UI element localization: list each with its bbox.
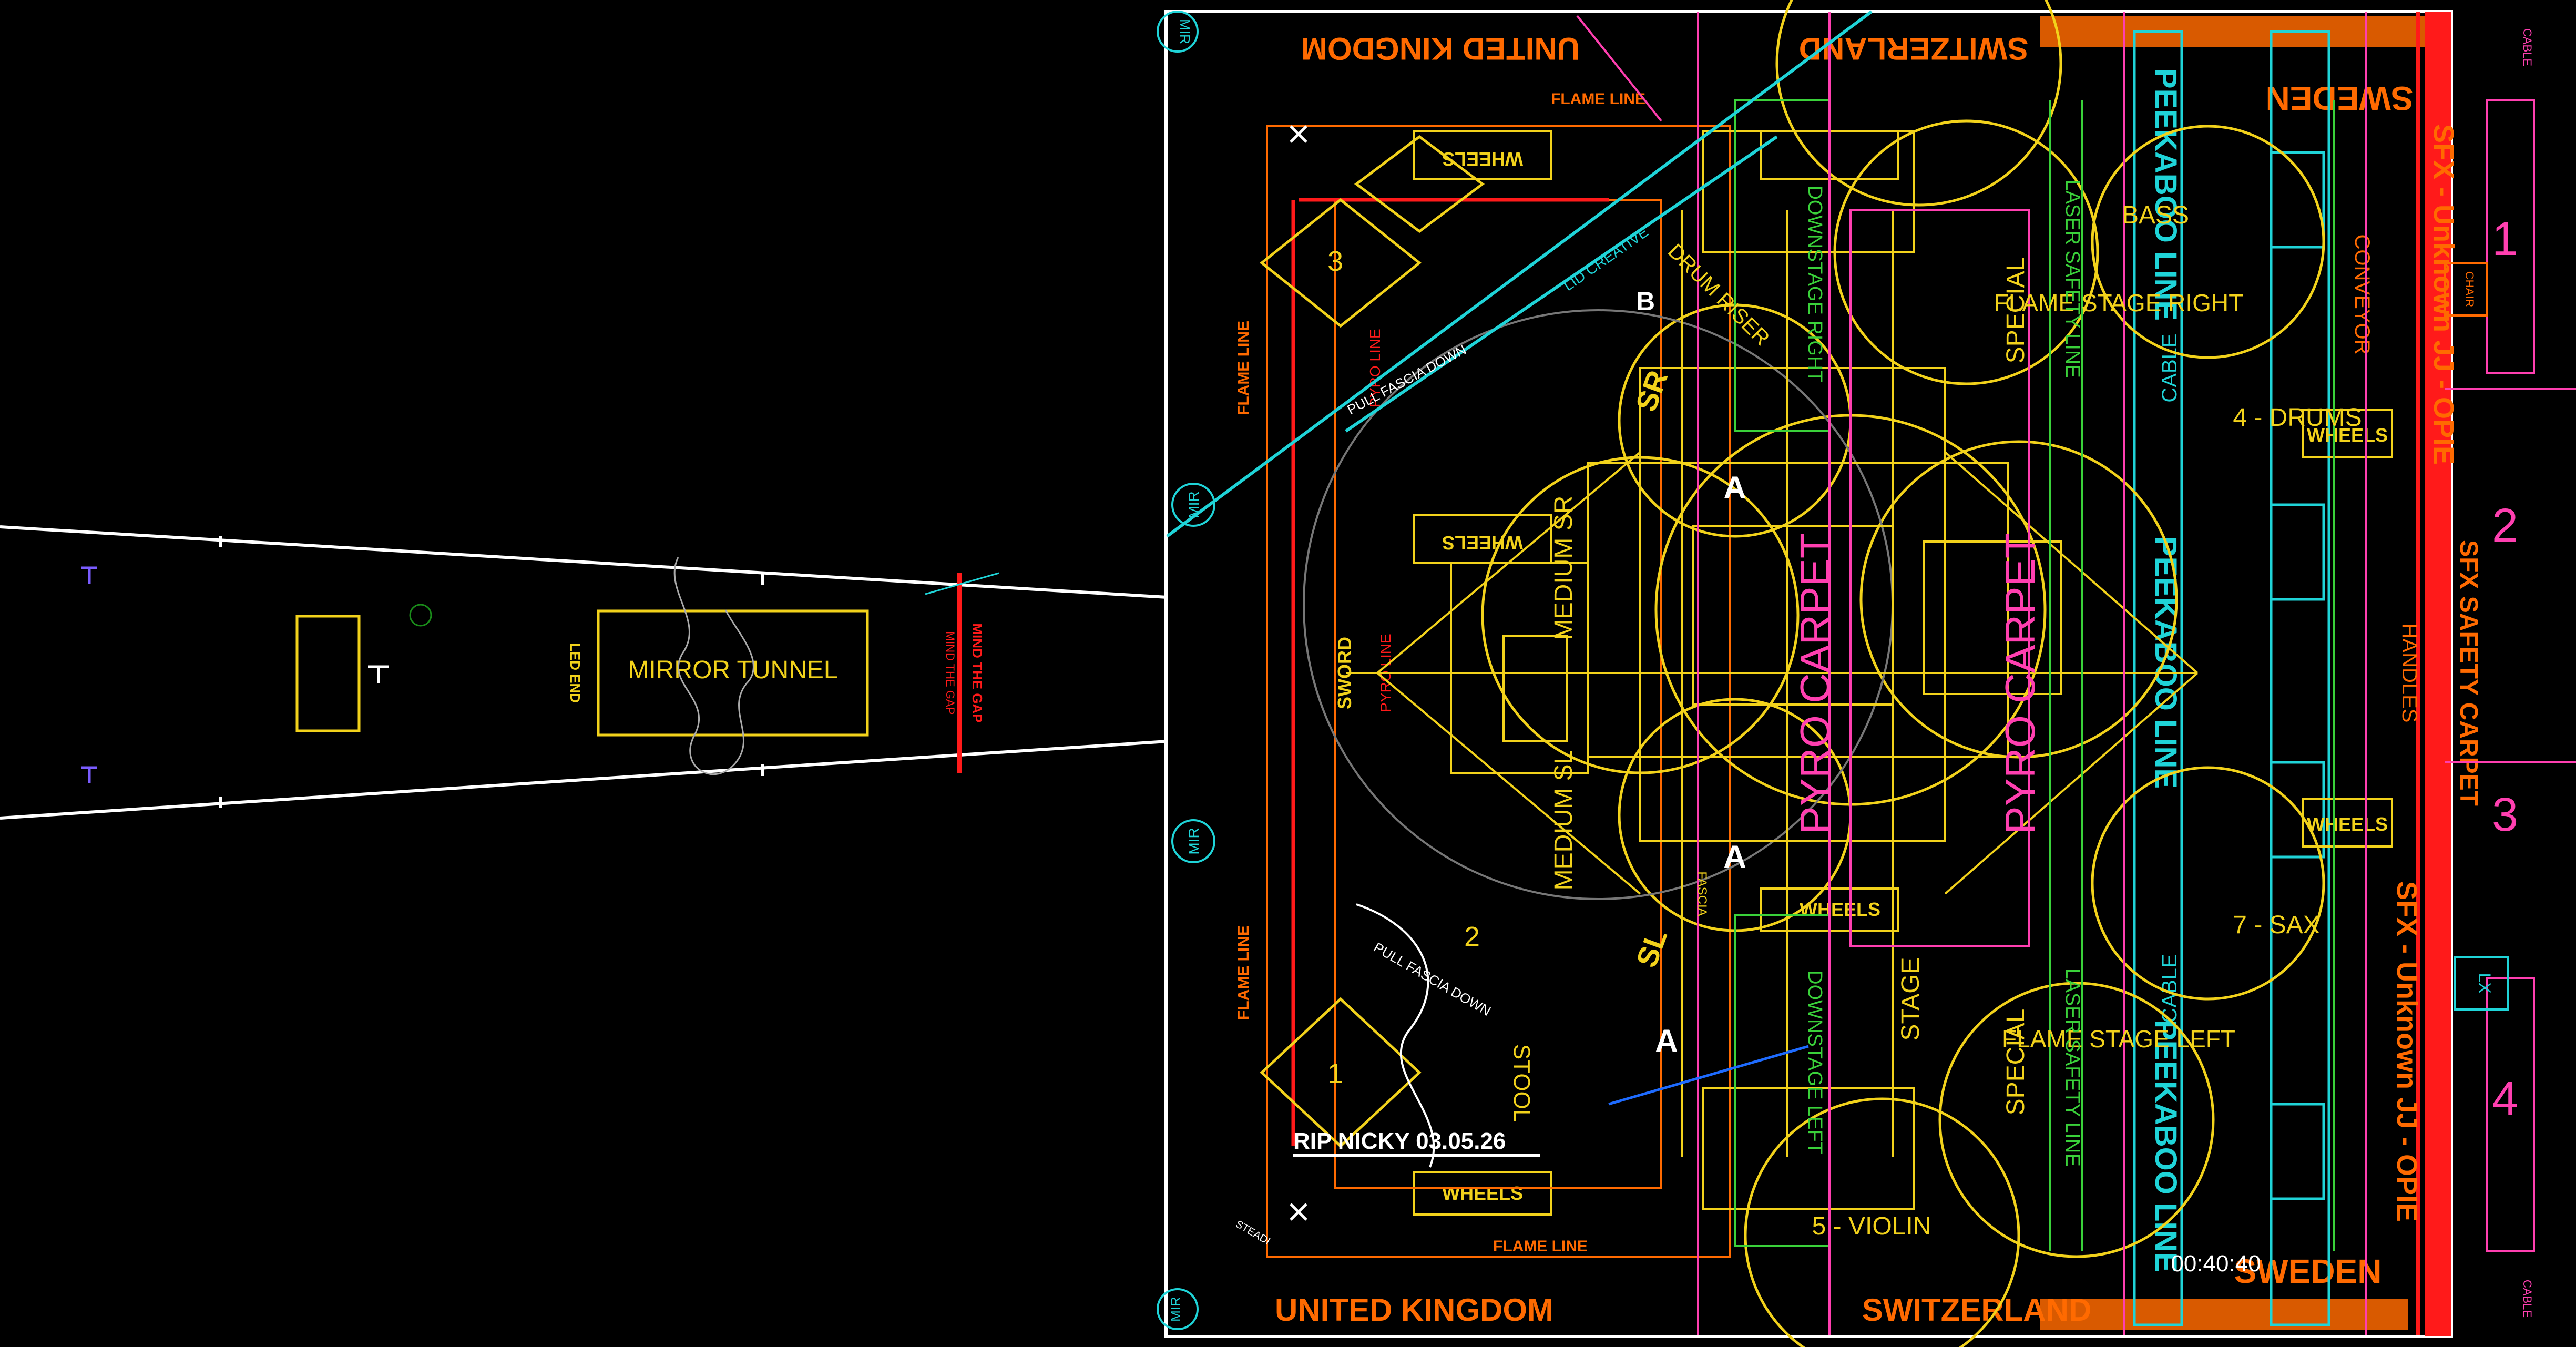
flame-line-bottom: FLAME LINE (1493, 1238, 1588, 1255)
diamond-2: 2 (1464, 921, 1480, 953)
bass-label: BASS (2122, 201, 2189, 229)
medium-sl-label: MEDIUM SL (1550, 750, 1578, 891)
fascia-label: FASCIA (1695, 871, 1709, 916)
rip-label: RIP NICKY 03.05.26 (1293, 1128, 1506, 1154)
flame-line-top: FLAME LINE (1551, 90, 1645, 108)
runway-circle (409, 604, 432, 627)
chair-label: CHAIR (2463, 271, 2476, 307)
diamond-3: 3 (1327, 246, 1343, 277)
special-label-2: SPECIAL (2002, 1009, 2030, 1116)
peekaboo-line-mid: PEEKABOO LINE (2149, 536, 2183, 789)
mind-the-gap-label-1: MIND THE GAP (969, 623, 985, 722)
top-orange-band (2040, 16, 2434, 47)
rip-underline (1293, 1154, 1540, 1157)
sword-label: SWORD (1334, 637, 1355, 709)
country-uk-top: UNITED KINGDOM (1301, 31, 1580, 66)
mir-label-3: MIR (1185, 828, 1202, 854)
wheels-label-6: WHEELS (2307, 813, 2388, 835)
cyan-diagonals (1166, 10, 1873, 538)
country-uk-bottom: UNITED KINGDOM (1275, 1292, 1553, 1328)
pyro-carpet-label-1: PYRO CARPET (1792, 533, 1838, 834)
pyro-carpet-label-2: PYRO CARPET (1997, 533, 2043, 834)
mirror-tunnel-label: MIRROR TUNNEL (628, 656, 837, 684)
bottom-orange-band (2040, 1299, 2408, 1330)
stage-plot-canvas[interactable]: MIRROR TUNNEL LED END MIND THE GAP MIND … (0, 0, 2576, 1347)
sax-label: 7 - SAX (2233, 911, 2319, 939)
led-end-label: LED END (567, 643, 583, 703)
wheels-label-3: WHEELS (1442, 1182, 1523, 1204)
medium-sr-label: MEDIUM SR (1550, 496, 1578, 640)
cable-label-1: CABLE (2158, 333, 2181, 402)
handles-label: HANDLES (2398, 624, 2421, 723)
flame-stage-right-label: FLAME STAGE RIGHT (1994, 289, 2244, 317)
laser-safety-line-1: LASER SAFETY LINE (2061, 179, 2083, 377)
runway-markers (81, 566, 97, 783)
cable-label-right-top: CABLE (2521, 28, 2534, 66)
mir-label-1: MIR (1177, 19, 1193, 44)
marker-A-1: A (1723, 470, 1746, 505)
stage-label: STAGE (1897, 957, 1925, 1040)
diamond-1: 1 (1327, 1058, 1343, 1089)
special-label-1: SPECIAL (2002, 257, 2030, 364)
violin-label: 5 - VIOLIN (1812, 1212, 1931, 1240)
mir-label-4: MIR (1168, 1297, 1183, 1322)
zone-number-1: 1 (2492, 213, 2518, 266)
flame-line-left-1: FLAME LINE (1235, 321, 1252, 415)
runway (0, 525, 1168, 820)
mind-the-gap-label-2: MIND THE GAP (944, 631, 957, 715)
pull-fascia-cable (1356, 903, 1435, 1168)
runway-t-marker (368, 665, 389, 683)
zone-number-3: 3 (2492, 789, 2518, 841)
blue-line (1608, 1045, 1809, 1106)
flame-line-left-2: FLAME LINE (1235, 925, 1252, 1020)
stool-label: STOOL (1509, 1044, 1535, 1122)
country-switzerland-top: SWITZERLAND (1799, 31, 2029, 66)
pull-fascia-down-1: PULL FASCIA DOWN (1345, 342, 1469, 418)
marker-B: B (1636, 287, 1655, 316)
runway-block (295, 615, 361, 732)
marker-A-3: A (1655, 1023, 1678, 1058)
timer-readout: 00:40:40 (2171, 1251, 2261, 1277)
marker-A-2: A (1723, 839, 1746, 874)
wheels-label-1: WHEELS (1442, 148, 1523, 170)
drum-riser-label: DRUM RISER (1663, 240, 1774, 350)
zone-number-2: 2 (2492, 499, 2518, 552)
sr-label: SR (1629, 366, 1674, 416)
cable-label-right-bottom: CABLE (2521, 1280, 2534, 1318)
drums-label: 4 - DRUMS (2233, 404, 2362, 432)
sl-label: SL (1630, 925, 1674, 972)
flame-stage-left-label: FLAME STAGE LEFT (2002, 1025, 2235, 1053)
sfx-safety-carpet-label: SFX SAFETY CARPET (2455, 540, 2482, 806)
stage-plot-drawing: MIRROR TUNNEL LED END MIND THE GAP MIND … (0, 0, 2576, 1347)
wheels-label-2: WHEELS (1442, 532, 1523, 554)
peekaboo-line-bottom: PEEKABOO LINE (2149, 1020, 2183, 1272)
peekaboo-line-top: PEEKABOO LINE (2149, 68, 2183, 321)
conveyor-label: CONVEYOR (2350, 234, 2374, 355)
downstage-right-label: DOWNSTAGE RIGHT (1804, 185, 1826, 382)
lx-label: LX (2475, 973, 2494, 993)
laser-safety-line-2: LASER SAFETY LINE (2061, 968, 2083, 1166)
country-sweden-top: SWEDEN (2266, 79, 2414, 117)
zone-number-4: 4 (2492, 1073, 2518, 1125)
downstage-left-label: DOWNSTAGE LEFT (1804, 970, 1826, 1154)
sfx-unknown-bottom: SFX - Unknown JJ - OPIE (2391, 881, 2422, 1222)
